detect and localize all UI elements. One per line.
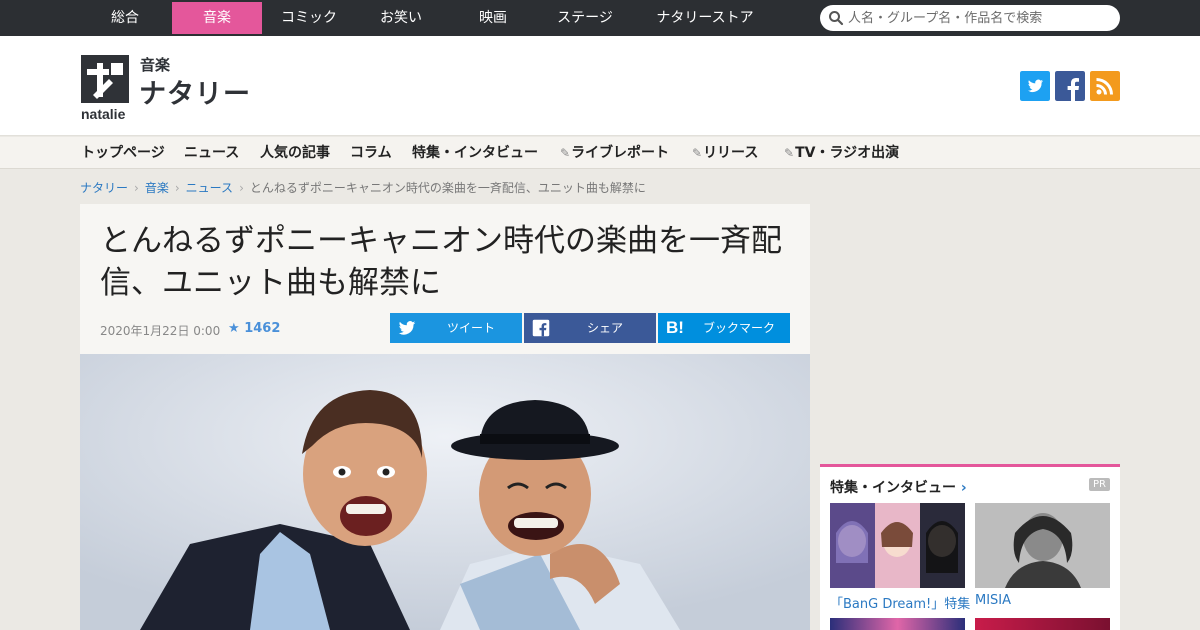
- breadcrumb: ナタリー › 音楽 › ニュース › とんねるずポニーキャニオン時代の楽曲を一斉配信、ユニッ…: [80, 179, 646, 196]
- pencil-icon: ✎: [560, 146, 571, 160]
- subnav-live-report[interactable]: ✎ライブレポート: [560, 137, 669, 169]
- subnav-tv-radio[interactable]: ✎TV・ラジオ出演: [784, 137, 899, 169]
- hatena-bookmark-button[interactable]: B! ブックマーク: [658, 313, 790, 343]
- sidebar-heading[interactable]: 特集・インタビュー ›: [830, 477, 967, 497]
- facebook-icon[interactable]: [1055, 71, 1085, 101]
- rss-icon[interactable]: [1090, 71, 1120, 101]
- twitter-icon: [398, 321, 416, 335]
- chevron-right-icon: ›: [960, 480, 967, 496]
- subnav-news[interactable]: ニュース: [184, 137, 239, 169]
- feature-thumb-next[interactable]: [975, 618, 1110, 630]
- breadcrumb-natalie[interactable]: ナタリー: [80, 181, 128, 195]
- feature-thumb-bangdream[interactable]: [830, 503, 965, 588]
- tweet-button[interactable]: ツイート: [390, 313, 522, 343]
- pr-badge: PR: [1089, 478, 1110, 491]
- tab-eiga[interactable]: 映画: [448, 2, 538, 34]
- tab-sougou[interactable]: 総合: [80, 2, 170, 34]
- breadcrumb-news[interactable]: ニュース: [186, 181, 233, 195]
- subnav-column[interactable]: コラム: [350, 137, 392, 169]
- article-photo: [80, 354, 810, 630]
- search-input[interactable]: [848, 8, 1110, 28]
- natalie-logo-mark[interactable]: [81, 55, 129, 103]
- search-box[interactable]: [820, 5, 1120, 31]
- star-icon: ★: [228, 321, 240, 336]
- breadcrumb-current: とんねるずポニーキャニオン時代の楽曲を一斉配信、ユニット曲も解禁に: [249, 181, 646, 195]
- thumb-illustration: [975, 503, 1110, 588]
- chevron-right-icon: ›: [239, 181, 244, 195]
- feature-caption-bangdream[interactable]: 「BanG Dream!」特集: [830, 593, 970, 612]
- facebook-icon: [532, 319, 550, 337]
- feature-thumb-misia[interactable]: [975, 503, 1110, 588]
- feature-thumb-next[interactable]: [830, 618, 965, 630]
- tab-owarai[interactable]: お笑い: [356, 2, 446, 34]
- subnav-top[interactable]: トップページ: [81, 137, 165, 169]
- subnav-release[interactable]: ✎リリース: [692, 137, 758, 169]
- tab-store[interactable]: ナタリーストア: [640, 2, 770, 34]
- pencil-icon: ✎: [692, 146, 703, 160]
- subnav-feature[interactable]: 特集・インタビュー: [412, 137, 538, 169]
- tab-ongaku[interactable]: 音楽: [172, 2, 262, 34]
- photo-illustration: [80, 354, 810, 630]
- site-header: 音楽 ナタリー natalie: [0, 36, 1200, 136]
- article-date: 2020年1月22日 0:00: [100, 324, 221, 338]
- subnav-popular[interactable]: 人気の記事: [260, 137, 330, 169]
- chevron-right-icon: ›: [134, 181, 139, 195]
- tab-stage[interactable]: ステージ: [540, 2, 630, 34]
- thumb-illustration: [830, 503, 965, 588]
- logo-main[interactable]: ナタリー: [139, 72, 251, 111]
- pencil-icon: ✎: [784, 146, 795, 160]
- star-count[interactable]: ★ 1462: [228, 321, 280, 336]
- tab-comic[interactable]: コミック: [264, 2, 354, 34]
- facebook-share-button[interactable]: シェア: [524, 313, 656, 343]
- twitter-icon[interactable]: [1020, 71, 1050, 101]
- hatena-icon: B!: [666, 318, 684, 337]
- sub-nav: トップページ ニュース 人気の記事 コラム 特集・インタビュー ✎ライブレポート…: [0, 137, 1200, 169]
- top-nav: 総合 音楽 コミック お笑い 映画 ステージ ナタリーストア: [0, 0, 1200, 36]
- breadcrumb-music[interactable]: 音楽: [145, 181, 169, 195]
- logo-latin: natalie: [81, 106, 126, 122]
- chevron-right-icon: ›: [174, 181, 180, 195]
- article-title: とんねるずポニーキャニオン時代の楽曲を一斉配信、ユニット曲も解禁に: [100, 223, 782, 301]
- feature-caption-misia[interactable]: MISIA: [975, 593, 1011, 608]
- feature-sidebar: 特集・インタビュー › PR 「BanG Dream!」特集 MISIA: [820, 464, 1120, 630]
- article-header: とんねるずポニーキャニオン時代の楽曲を一斉配信、ユニット曲も解禁に 2020年1…: [80, 204, 810, 354]
- search-icon: [829, 11, 844, 26]
